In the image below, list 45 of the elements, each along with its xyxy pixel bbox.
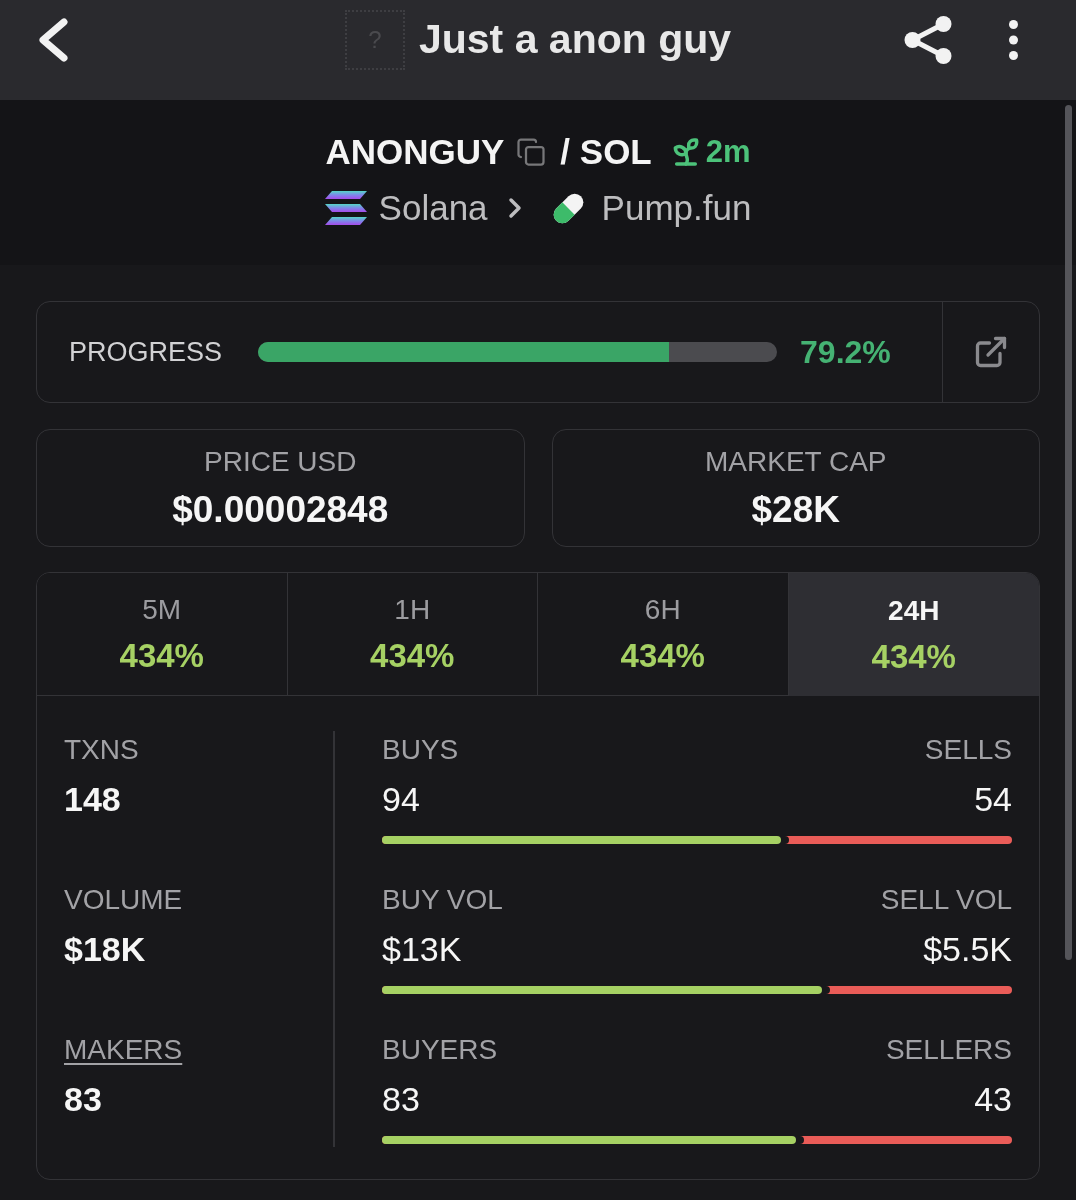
timeframe-tab[interactable]: 1H 434% — [287, 573, 538, 696]
stat-label: VOLUME — [64, 883, 183, 917]
question-mark: ? — [368, 26, 382, 54]
timeframe-tab[interactable]: 6H 434% — [538, 573, 789, 696]
chevron-right-icon — [507, 197, 522, 219]
external-link-icon — [973, 334, 1009, 370]
share-icon — [904, 16, 952, 64]
stat-label: TXNS — [64, 733, 139, 767]
buy-label: BUYERS — [382, 1033, 498, 1067]
buy-value: 94 — [382, 779, 420, 820]
sell-label: SELLS — [924, 733, 1012, 767]
sell-label: SELL VOL — [880, 883, 1012, 917]
scrollbar-thumb[interactable] — [1065, 105, 1072, 960]
buy-label: BUY VOL — [382, 883, 503, 917]
metric-label: PRICE USD — [204, 445, 357, 479]
buy-label: BUYS — [382, 733, 459, 767]
back-button[interactable] — [38, 18, 69, 62]
metric-value: $28K — [751, 489, 840, 531]
chain-logo-icon — [324, 191, 367, 225]
timeframe-tab[interactable]: 5M 434% — [37, 573, 288, 696]
chain-name[interactable]: Solana — [378, 181, 488, 235]
token-symbol: ANONGUY — [325, 130, 505, 173]
buy-value: 83 — [382, 1079, 420, 1120]
sell-value: 54 — [974, 779, 1012, 820]
sell-label: SELLERS — [885, 1033, 1012, 1067]
buy-value: $13K — [382, 929, 462, 970]
metric-value: $0.00002848 — [172, 489, 389, 531]
stat-value: $18K — [64, 929, 146, 970]
platform-name[interactable]: Pump.fun — [601, 181, 752, 235]
timeframe-tab[interactable]: 24H 434% — [788, 573, 1039, 696]
pair-age: 2m — [705, 132, 751, 171]
quote-symbol: / SOL — [560, 130, 652, 173]
stat-value: 83 — [64, 1079, 102, 1120]
copy-button[interactable] — [516, 137, 547, 167]
share-button[interactable] — [904, 16, 952, 64]
sell-value: $5.5K — [923, 929, 1012, 970]
copy-icon — [516, 137, 547, 167]
progress-value: 79.2% — [800, 333, 891, 372]
progress-label: PROGRESS — [68, 335, 223, 369]
page-title: Just a anon guy — [418, 15, 732, 65]
sell-value: 43 — [974, 1079, 1012, 1120]
metric-label: MARKET CAP — [705, 445, 887, 479]
stat-value: 148 — [64, 779, 121, 820]
stat-label[interactable]: MAKERS — [64, 1033, 183, 1067]
back-icon — [38, 18, 69, 62]
